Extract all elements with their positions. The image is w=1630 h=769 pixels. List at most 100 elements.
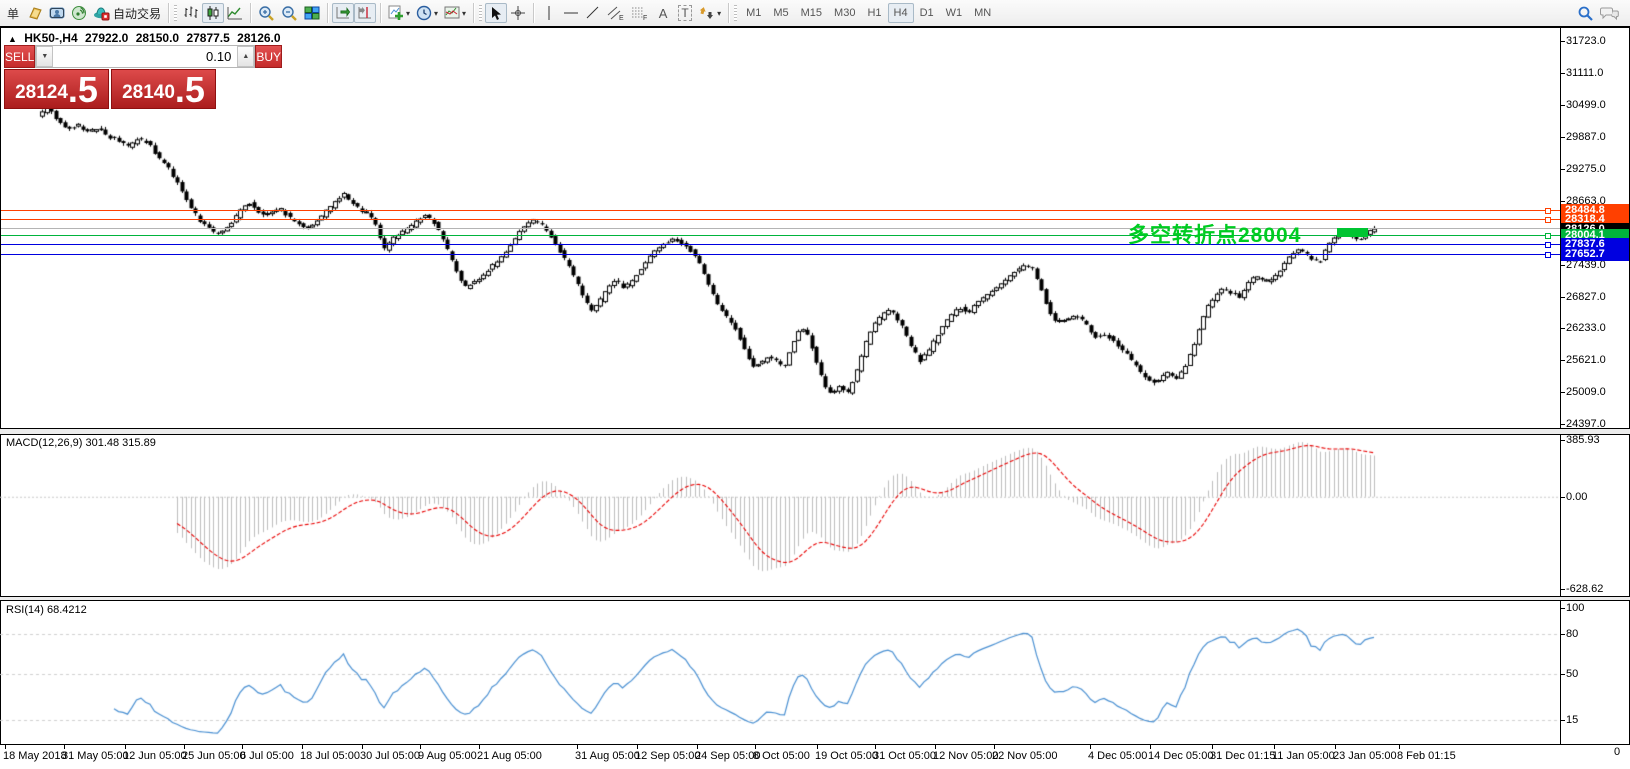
- line-handle[interactable]: [1545, 208, 1551, 214]
- price-axis-line: [1560, 28, 1561, 745]
- time-axis-label: 19 Oct 05:00: [815, 750, 878, 762]
- chat-button[interactable]: [1597, 3, 1622, 23]
- close-value: 28126.0: [237, 31, 280, 45]
- timeframe-button-M5[interactable]: M5: [767, 3, 794, 23]
- time-axis-label: 24 Sep 05:00: [695, 750, 760, 762]
- timeframe-button-D1[interactable]: D1: [914, 3, 940, 23]
- toolbar-grip: [734, 5, 737, 21]
- rsi-axis-tickmark: [1560, 674, 1565, 675]
- volume-decrease-button[interactable]: ▼: [36, 46, 53, 67]
- separator: [250, 3, 251, 23]
- timeframe-button-M30[interactable]: M30: [828, 3, 861, 23]
- time-axis-tickmark: [697, 745, 698, 749]
- price-axis-tickmark: [1560, 424, 1565, 425]
- time-axis-label: 30 Jul 05:00: [360, 750, 420, 762]
- horizontal-line-tool[interactable]: [560, 3, 582, 23]
- horizontal-line-object[interactable]: [1, 235, 1560, 236]
- horizontal-line-object[interactable]: [1, 228, 1560, 229]
- one-click-collapse-icon[interactable]: ▲: [8, 34, 17, 44]
- timeframe-button-MN[interactable]: MN: [968, 3, 997, 23]
- signals-button[interactable]: [68, 3, 90, 23]
- arrows-tool[interactable]: ▾: [696, 3, 724, 23]
- separator: [168, 3, 169, 23]
- search-button[interactable]: [1574, 3, 1597, 23]
- price-axis-tick: 31723.0: [1566, 35, 1628, 47]
- text-label-tool[interactable]: T: [674, 3, 696, 23]
- horizontal-line-object[interactable]: [1, 244, 1560, 245]
- time-axis-tickmark: [935, 745, 936, 749]
- bar-chart-button[interactable]: [180, 3, 202, 23]
- trendline-tool[interactable]: [582, 3, 604, 23]
- cursor-icon: [489, 6, 503, 21]
- timeframe-button-W1[interactable]: W1: [940, 3, 969, 23]
- horizontal-line-object[interactable]: [1, 210, 1560, 211]
- time-axis-tickmark: [875, 745, 876, 749]
- price-axis-tick: 29887.0: [1566, 131, 1628, 143]
- chart-annotation-text[interactable]: 多空转折点28004: [1128, 219, 1301, 249]
- crosshair-tool-button[interactable]: [507, 3, 529, 23]
- line-handle[interactable]: [1545, 217, 1551, 223]
- text-tool[interactable]: A: [652, 3, 674, 23]
- price-axis-tickmark: [1560, 105, 1565, 106]
- volume-input[interactable]: [53, 46, 237, 67]
- time-axis-label: 31 Aug 05:00: [575, 750, 640, 762]
- macd-chart-canvas[interactable]: [0, 434, 1560, 596]
- time-axis-label: 11 Jan 05:00: [1272, 750, 1335, 762]
- templates-button[interactable]: ▾: [441, 3, 469, 23]
- time-axis-label: 18 Jul 05:00: [300, 750, 360, 762]
- timeframe-button-H1[interactable]: H1: [861, 3, 887, 23]
- buy-price-box[interactable]: 28140.5: [111, 69, 216, 109]
- price-axis-tickmark: [1560, 265, 1565, 266]
- candlestick-icon: [205, 5, 221, 21]
- channel-tool[interactable]: E: [604, 3, 628, 23]
- time-axis-label: 8 Feb 01:15: [1397, 750, 1456, 762]
- dropdown-caret-icon: ▾: [462, 9, 466, 18]
- periods-button[interactable]: ▾: [413, 3, 441, 23]
- timeframe-button-H4[interactable]: H4: [888, 3, 914, 23]
- low-value: 27877.5: [186, 31, 229, 45]
- time-axis-tickmark: [420, 745, 421, 749]
- line-chart-button[interactable]: [224, 3, 246, 23]
- time-axis-tickmark: [1274, 745, 1275, 749]
- rsi-chart-canvas[interactable]: [0, 601, 1560, 744]
- profile-button[interactable]: [46, 3, 68, 23]
- price-axis-tick: 25621.0: [1566, 354, 1628, 366]
- line-handle[interactable]: [1545, 242, 1551, 248]
- vertical-line-tool[interactable]: [538, 3, 560, 23]
- line-handle[interactable]: [1545, 233, 1551, 239]
- tile-windows-button[interactable]: [301, 3, 323, 23]
- indicators-button[interactable]: ▾: [385, 3, 413, 23]
- rectangle-object[interactable]: [1337, 228, 1368, 237]
- zoom-in-icon: [258, 5, 275, 22]
- price-axis-tickmark: [1560, 137, 1565, 138]
- timeframe-button-M1[interactable]: M1: [740, 3, 767, 23]
- autotrading-button[interactable]: 自动交易: [90, 3, 164, 23]
- chart-shift-button[interactable]: [354, 3, 376, 23]
- volume-increase-button[interactable]: ▲: [237, 46, 254, 67]
- macd-axis-tickmark: [1560, 497, 1565, 498]
- line-handle[interactable]: [1545, 252, 1551, 258]
- channel-icon: E: [607, 5, 625, 21]
- horizontal-line-object[interactable]: [1, 219, 1560, 220]
- fibonacci-tool[interactable]: F: [628, 3, 652, 23]
- buy-button[interactable]: BUY: [255, 45, 282, 68]
- auto-scroll-button[interactable]: [332, 3, 354, 23]
- horizontal-line-object[interactable]: [1, 254, 1560, 255]
- bar-chart-icon: [183, 5, 199, 21]
- vertical-line-icon: [543, 5, 555, 21]
- market-watch-icon[interactable]: [24, 3, 46, 23]
- sell-button[interactable]: SELL: [4, 45, 35, 68]
- zoom-out-button[interactable]: [278, 3, 301, 23]
- label-tool-label: T: [678, 5, 691, 21]
- up-arrow-icon: ▲: [242, 53, 249, 60]
- new-order-button[interactable]: 单: [2, 3, 24, 23]
- crosshair-icon: [510, 5, 526, 21]
- cursor-tool-button[interactable]: [485, 3, 507, 23]
- candlestick-chart-button[interactable]: [202, 3, 224, 23]
- zoom-in-button[interactable]: [255, 3, 278, 23]
- time-axis-tickmark: [1212, 745, 1213, 749]
- gold-card-icon: [27, 5, 43, 21]
- price-tag: 27652.7: [1561, 248, 1629, 261]
- timeframe-button-M15[interactable]: M15: [795, 3, 828, 23]
- sell-price-box[interactable]: 28124.5: [4, 69, 109, 109]
